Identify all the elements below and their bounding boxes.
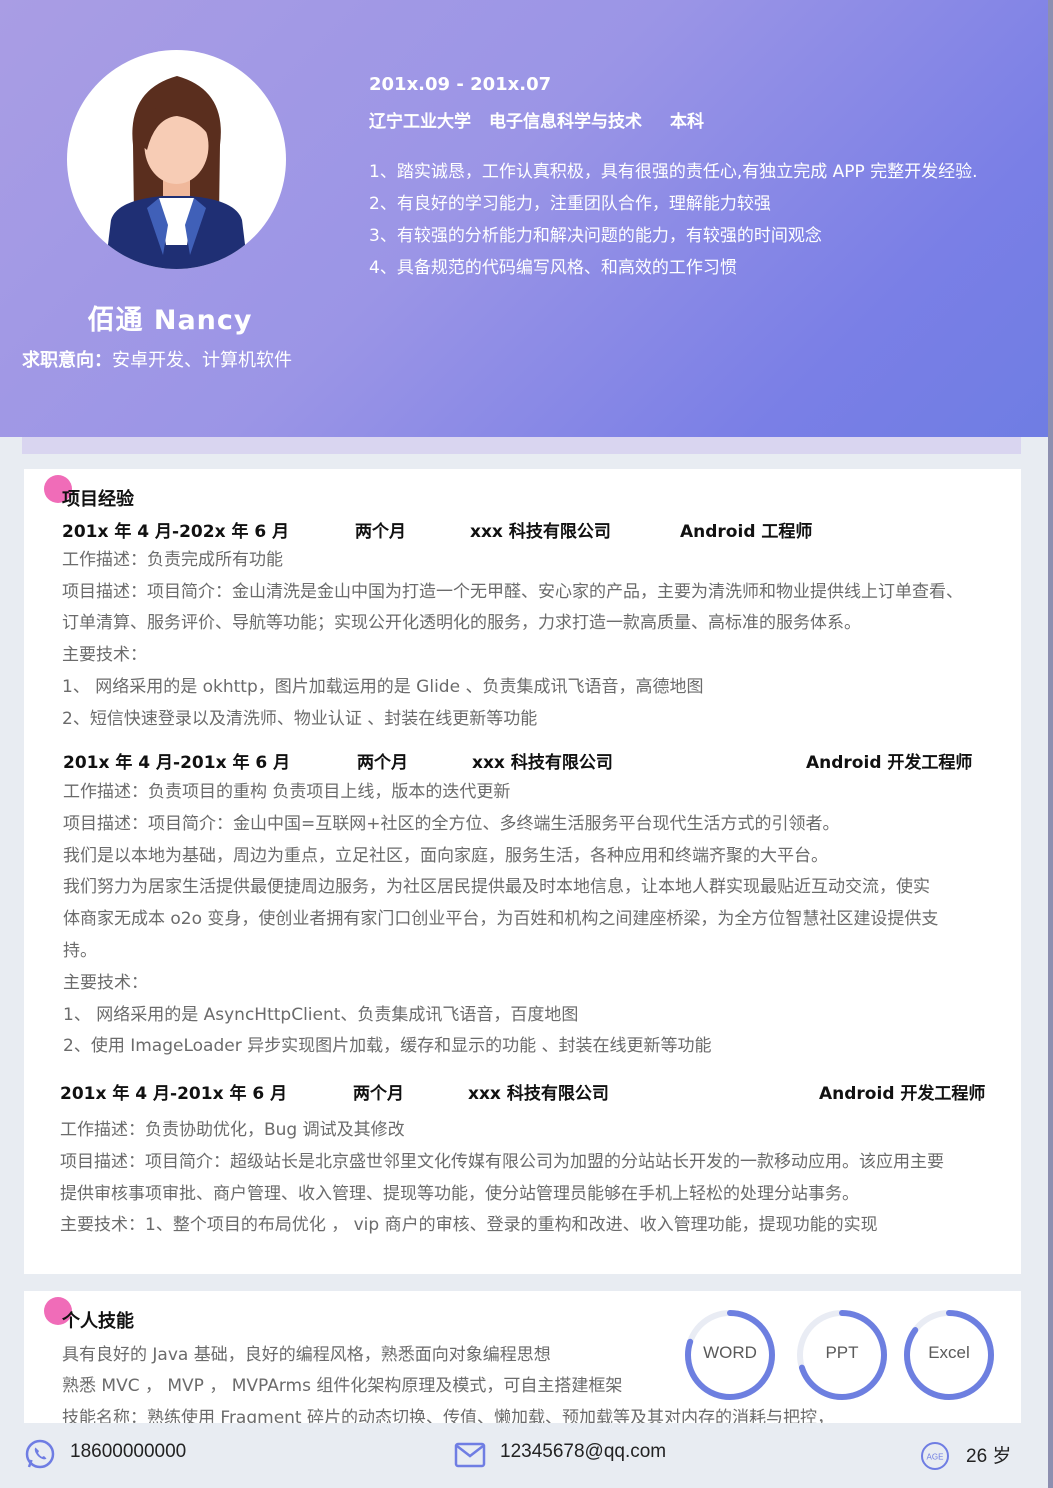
avatar-illustration [105,76,248,269]
skill-gauge-excel: Excel [902,1308,996,1402]
project-line: 订单清算、服务评价、导航等功能；实现公开化透明化的服务，力求打造一款高质量、高标… [62,613,861,633]
self-evaluation-item: 3、有较强的分析能力和解决问题的能力，有较强的时间观念 [369,226,822,246]
gauge-label: Excel [928,1343,970,1362]
project-duration: 两个月 [353,1084,404,1104]
project-line: 工作描述：负责完成所有功能 [62,550,283,570]
skills-section: 个人技能 具有良好的 Java 基础，良好的编程风格，熟悉面向对象编程思想 熟悉… [24,1291,1021,1423]
resume-header: 佰通 Nancy 求职意向：安卓开发、计算机软件 201x.09 - 201x.… [0,0,1048,437]
project-company: xxx 科技有限公司 [468,1084,609,1104]
project-duration: 两个月 [357,753,408,773]
skill-line: 技能名称：熟练使用 Fragment 碎片的动态切换、传值、懒加载、预加载等及其… [62,1408,835,1423]
project-line: 体商家无成本 o2o 变身，使创业者拥有家门口创业平台，为百姓和机构之间建座桥梁… [63,909,939,929]
self-evaluation-list: 1、踏实诚恳，工作认真积极，具有很强的责任心,有独立完成 APP 完整开发经验.… [369,156,978,284]
project-role: Android 开发工程师 [819,1084,986,1104]
skill-gauge-word: WORD [683,1308,777,1402]
self-evaluation-item: 4、具备规范的代码编写风格、和高效的工作习惯 [369,258,737,278]
avatar [67,50,286,269]
job-intent-label: 求职意向： [22,350,112,371]
project-line: 项目描述：项目简介：金山清洗是金山中国为打造一个无甲醛、安心家的产品，主要为清洗… [62,582,963,602]
project-period: 201x 年 4 月-201x 年 6 月 [60,1084,288,1104]
project-line: 2、短信快速登录以及清洗师、物业认证 、封装在线更新等功能 [62,709,538,729]
phone-number[interactable]: 18600000000 [70,1441,186,1463]
project-line: 我们努力为居家生活提供最便捷周边服务，为社区居民提供最及时本地信息，让本地人群实… [63,877,930,897]
job-intent: 求职意向：安卓开发、计算机软件 [22,346,292,372]
section-title: 个人技能 [62,1311,134,1332]
project-line: 主要技术：1、整个项目的布局优化 ， vip 商户的审核、登录的重构和改进、收入… [60,1215,878,1235]
contact-footer: 18600000000 12345678@qq.com AGE 26 岁 [0,1423,1048,1488]
project-line: 持。 [63,941,97,961]
project-line: 主要技术： [63,973,148,993]
project-line: 2、使用 ImageLoader 异步实现图片加载，缓存和显示的功能 、封装在线… [63,1036,712,1056]
project-line: 1、 网络采用的是 okhttp，图片加载运用的是 Glide 、负责集成讯飞语… [62,677,704,697]
email-icon [454,1442,486,1468]
project-line: 工作描述：负责项目的重构 负责项目上线，版本的迭代更新 [63,782,511,802]
age-value: 26 岁 [966,1446,1012,1467]
project-duration: 两个月 [355,522,406,542]
section-title: 项目经验 [62,489,134,510]
project-line: 主要技术： [62,645,147,665]
phone-icon [25,1439,55,1469]
school-name: 辽宁工业大学 [369,112,471,132]
projects-section: 项目经验 201x 年 4 月-202x 年 6 月 两个月 xxx 科技有限公… [24,469,1021,1274]
job-intent-value: 安卓开发、计算机软件 [112,350,292,371]
gauge-label: PPT [825,1343,859,1362]
age-icon-text: AGE [927,1453,944,1462]
degree: 本科 [670,112,704,132]
project-line: 项目描述：项目简介：金山中国=互联网+社区的全方位、多终端生活服务平台现代生活方… [63,814,840,834]
project-line: 1、 网络采用的是 AsyncHttpClient、负责集成讯飞语音，百度地图 [63,1005,579,1025]
skill-line: 熟悉 MVC ， MVP ， MVPArms 组件化架构原理及模式，可自主搭建框… [62,1376,623,1396]
skill-line: 具有良好的 Java 基础，良好的编程风格，熟悉面向对象编程思想 [62,1345,551,1365]
project-company: xxx 科技有限公司 [472,753,613,773]
header-shadow-strip [22,437,1021,454]
education-period: 201x.09 - 201x.07 [369,74,552,95]
education-line: 辽宁工业大学 电子信息科学与技术 本科 [369,107,722,132]
project-line: 工作描述：负责协助优化，Bug 调试及其修改 [60,1120,405,1140]
project-period: 201x 年 4 月-201x 年 6 月 [63,753,291,773]
age-icon: AGE [921,1442,949,1470]
project-line: 提供审核事项审批、商户管理、收入管理、提现等功能，使分站管理员能够在手机上轻松的… [60,1184,859,1204]
project-period: 201x 年 4 月-202x 年 6 月 [62,522,290,542]
email-address[interactable]: 12345678@qq.com [500,1441,666,1463]
major-name: 电子信息科学与技术 [489,112,642,132]
skill-gauge-ppt: PPT [795,1308,889,1402]
self-evaluation-item: 2、有良好的学习能力，注重团队合作，理解能力较强 [369,194,771,214]
self-evaluation-item: 1、踏实诚恳，工作认真积极，具有很强的责任心,有独立完成 APP 完整开发经验. [369,162,978,182]
gauge-label: WORD [703,1343,757,1362]
project-role: Android 工程师 [680,522,813,542]
project-line: 项目描述：项目简介：超级站长是北京盛世邻里文化传媒有限公司为加盟的分站站长开发的… [60,1152,944,1172]
project-line: 我们是以本地为基础，周边为重点，立足社区，面向家庭，服务生活，各种应用和终端齐聚… [63,846,828,866]
project-role: Android 开发工程师 [806,753,973,773]
page-right-border [1048,0,1053,1488]
project-company: xxx 科技有限公司 [470,522,611,542]
candidate-name: 佰通 Nancy [87,305,253,336]
